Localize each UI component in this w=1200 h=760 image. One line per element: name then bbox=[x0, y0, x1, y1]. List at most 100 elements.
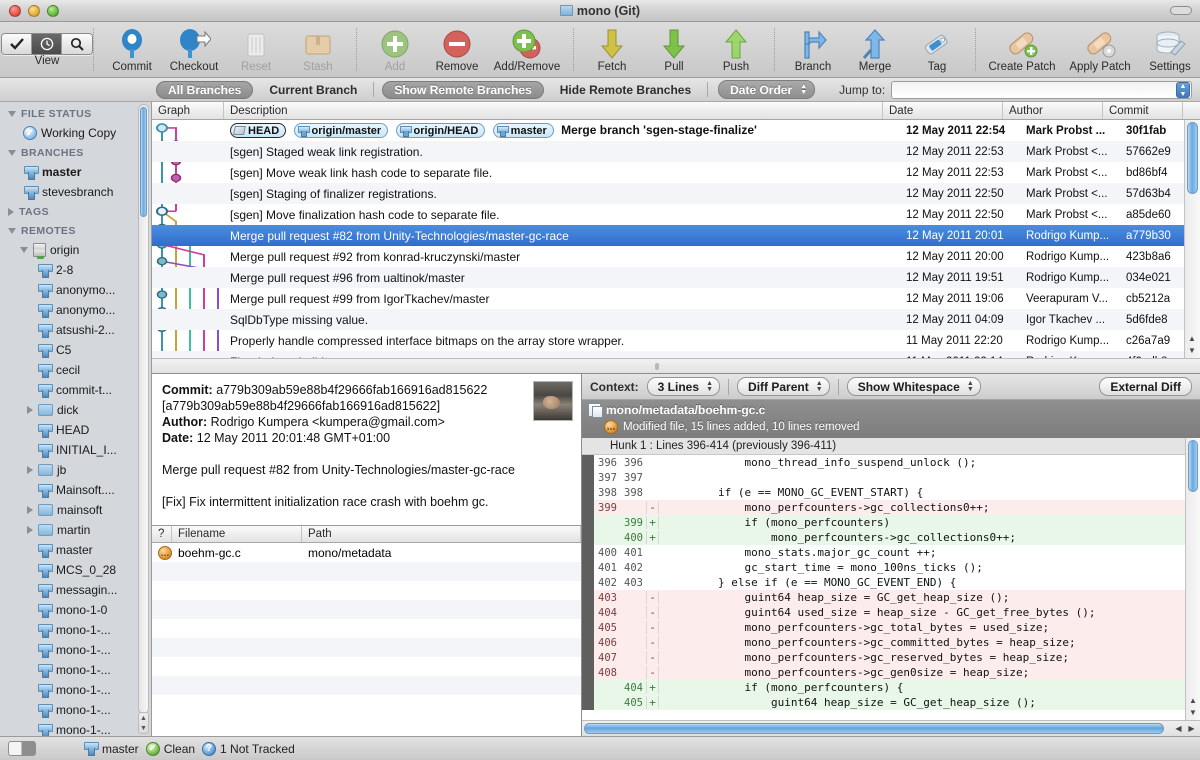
file-row[interactable]: … boehm-gc.c mono/metadata bbox=[152, 543, 581, 562]
sidebar-item-atsushi[interactable]: atsushi-2... bbox=[0, 320, 151, 340]
table-row[interactable]: Properly handle compressed interface bit… bbox=[152, 330, 1200, 351]
column-header-author[interactable]: Author bbox=[1003, 102, 1103, 119]
toolbar-tag-button[interactable]: Tag bbox=[906, 25, 968, 77]
column-header-graph[interactable]: Graph bbox=[152, 102, 224, 119]
view-control[interactable]: View bbox=[8, 25, 86, 77]
sidebar-item-mainsoft[interactable]: mainsoft bbox=[0, 500, 151, 520]
disclosure-triangle-down-icon[interactable] bbox=[8, 150, 16, 156]
scrollbar-thumb[interactable] bbox=[1187, 122, 1198, 194]
external-diff-button[interactable]: External Diff bbox=[1099, 377, 1192, 396]
toolbar-checkout-button[interactable]: Checkout bbox=[163, 25, 225, 77]
disclosure-triangle-down-icon[interactable] bbox=[20, 247, 28, 253]
table-row[interactable]: Merge pull request #92 from konrad-krucz… bbox=[152, 246, 1200, 267]
table-row[interactable]: [sgen] Move finalization hash code to se… bbox=[152, 204, 1200, 225]
sidebar-scroll-arrows[interactable]: ▲ ▼ bbox=[138, 712, 149, 734]
sidebar-group-branches[interactable]: BRANCHES bbox=[0, 143, 151, 162]
current-branch-button[interactable]: Current Branch bbox=[261, 81, 365, 99]
jump-to-combobox[interactable]: ▲▼ bbox=[891, 81, 1192, 99]
sidebar-group-tags[interactable]: TAGS bbox=[0, 202, 151, 221]
toolbar-reset-button[interactable]: Reset bbox=[225, 25, 287, 77]
sidebar-group-file-status[interactable]: FILE STATUS bbox=[0, 104, 151, 123]
toolbar-create-patch-button[interactable]: Create Patch bbox=[983, 25, 1061, 77]
view-segment-history[interactable] bbox=[32, 34, 62, 54]
scrollbar-thumb[interactable] bbox=[655, 363, 659, 370]
context-lines-popup[interactable]: 3 Lines ▲▼ bbox=[647, 377, 720, 396]
sidebar-toggle-button[interactable] bbox=[8, 741, 36, 756]
toolbar-toggle-button[interactable] bbox=[1170, 6, 1192, 15]
sidebar-item-mono-1-b[interactable]: mono-1-... bbox=[0, 640, 151, 660]
toolbar-commit-button[interactable]: Commit bbox=[101, 25, 163, 77]
toolbar-stash-button[interactable]: Stash bbox=[287, 25, 349, 77]
disclosure-triangle-right-icon[interactable] bbox=[27, 406, 33, 414]
jump-to-stepper[interactable]: ▲▼ bbox=[1176, 82, 1190, 98]
sidebar-item-commit-t[interactable]: commit-t... bbox=[0, 380, 151, 400]
scroll-arrows[interactable]: ▲ ▼ bbox=[1187, 695, 1199, 719]
sidebar-item-mono-1-d[interactable]: mono-1-... bbox=[0, 680, 151, 700]
disclosure-triangle-right-icon[interactable] bbox=[27, 506, 33, 514]
diff-horizontal-scrollbar[interactable]: ◀ ▶ bbox=[582, 720, 1200, 736]
sidebar-item-martin[interactable]: martin bbox=[0, 520, 151, 540]
sidebar-item-anonymous-1[interactable]: anonymo... bbox=[0, 280, 151, 300]
ref-tag-origin-head[interactable]: origin/HEAD bbox=[396, 123, 486, 138]
disclosure-triangle-right-icon[interactable] bbox=[27, 526, 33, 534]
sidebar-item-working-copy[interactable]: ✓ Working Copy bbox=[0, 123, 151, 143]
toolbar-branch-button[interactable]: Branch bbox=[782, 25, 844, 77]
ref-tag-master[interactable]: master bbox=[493, 123, 554, 138]
all-branches-button[interactable]: All Branches bbox=[156, 81, 253, 99]
column-header-description[interactable]: Description bbox=[224, 102, 883, 119]
table-row[interactable]: Merge pull request #96 from ualtinok/mas… bbox=[152, 267, 1200, 288]
column-header-commit[interactable]: Commit bbox=[1103, 102, 1183, 119]
ref-tag-head[interactable]: HEAD bbox=[230, 123, 286, 138]
toolbar-add-remove-button[interactable]: Add/Remove bbox=[488, 25, 566, 77]
toolbar-remove-button[interactable]: Remove bbox=[426, 25, 488, 77]
toolbar-push-button[interactable]: Push bbox=[705, 25, 767, 77]
toolbar-settings-button[interactable]: Settings bbox=[1139, 25, 1200, 77]
sidebar-item-mono-1-c[interactable]: mono-1-... bbox=[0, 660, 151, 680]
column-header-path[interactable]: Path bbox=[302, 526, 581, 542]
order-popup[interactable]: Date Order ▲▼ bbox=[718, 80, 815, 99]
column-header-status[interactable]: ? bbox=[152, 526, 172, 542]
toolbar-pull-button[interactable]: Pull bbox=[643, 25, 705, 77]
table-row-selected[interactable]: Merge pull request #82 from Unity-Techno… bbox=[152, 225, 1200, 246]
sidebar-item-dick[interactable]: dick bbox=[0, 400, 151, 420]
sidebar-item-stevesbranch[interactable]: stevesbranch bbox=[0, 182, 151, 202]
table-row[interactable]: [sgen] Move weak link hash code to separ… bbox=[152, 162, 1200, 183]
sidebar-item-master[interactable]: master bbox=[0, 162, 151, 182]
scroll-left-icon[interactable]: ◀ bbox=[1175, 724, 1181, 733]
diff-content[interactable]: Hunk 1 : Lines 396-414 (previously 396-4… bbox=[582, 438, 1200, 720]
sidebar-item-mono-1-0[interactable]: mono-1-0 bbox=[0, 600, 151, 620]
disclosure-triangle-down-icon[interactable] bbox=[8, 111, 16, 117]
commit-table-body[interactable]: HEAD origin/master origin/HEAD bbox=[152, 120, 1200, 358]
column-header-filename[interactable]: Filename bbox=[172, 526, 302, 542]
disclosure-triangle-right-icon[interactable] bbox=[27, 466, 33, 474]
table-row[interactable]: [sgen] Staging of finalizer registration… bbox=[152, 183, 1200, 204]
scroll-up-icon[interactable]: ▲ bbox=[1188, 335, 1196, 343]
scroll-down-icon[interactable]: ▼ bbox=[140, 725, 147, 732]
scroll-up-icon[interactable]: ▲ bbox=[140, 715, 147, 722]
diff-vertical-scrollbar[interactable]: ▲ ▼ bbox=[1185, 438, 1200, 720]
toolbar-fetch-button[interactable]: Fetch bbox=[581, 25, 643, 77]
toolbar-apply-patch-button[interactable]: Apply Patch bbox=[1061, 25, 1139, 77]
sidebar-item-2-8[interactable]: 2-8 bbox=[0, 260, 151, 280]
toolbar-add-button[interactable]: Add bbox=[364, 25, 426, 77]
sidebar-item-initial[interactable]: INITIAL_I... bbox=[0, 440, 151, 460]
sidebar-item-mono-1-a[interactable]: mono-1-... bbox=[0, 620, 151, 640]
diff-parent-popup[interactable]: Diff Parent ▲▼ bbox=[737, 377, 830, 396]
table-row[interactable]: HEAD origin/master origin/HEAD bbox=[152, 120, 1200, 141]
sidebar-group-remotes[interactable]: REMOTES bbox=[0, 221, 151, 240]
table-row[interactable]: Fix windows build 11 May 2011 22:14 Rodr… bbox=[152, 351, 1200, 358]
show-remote-branches-button[interactable]: Show Remote Branches bbox=[382, 81, 543, 99]
table-row[interactable]: [sgen] Staged weak link registration. 12… bbox=[152, 141, 1200, 162]
sidebar-item-mcs-0-28[interactable]: MCS_0_28 bbox=[0, 560, 151, 580]
view-segmented-control[interactable] bbox=[1, 33, 93, 55]
scroll-down-icon[interactable]: ▼ bbox=[1188, 347, 1196, 355]
hide-remote-branches-button[interactable]: Hide Remote Branches bbox=[552, 81, 699, 99]
ref-tag-origin-master[interactable]: origin/master bbox=[294, 123, 389, 138]
sidebar-item-anonymous-2[interactable]: anonymo... bbox=[0, 300, 151, 320]
sidebar-item-head[interactable]: HEAD bbox=[0, 420, 151, 440]
sidebar-item-remote-master[interactable]: master bbox=[0, 540, 151, 560]
disclosure-triangle-down-icon[interactable] bbox=[8, 228, 16, 234]
whitespace-popup[interactable]: Show Whitespace ▲▼ bbox=[847, 377, 981, 396]
sidebar-item-messaging[interactable]: messagin... bbox=[0, 580, 151, 600]
sidebar-item-jb[interactable]: jb bbox=[0, 460, 151, 480]
